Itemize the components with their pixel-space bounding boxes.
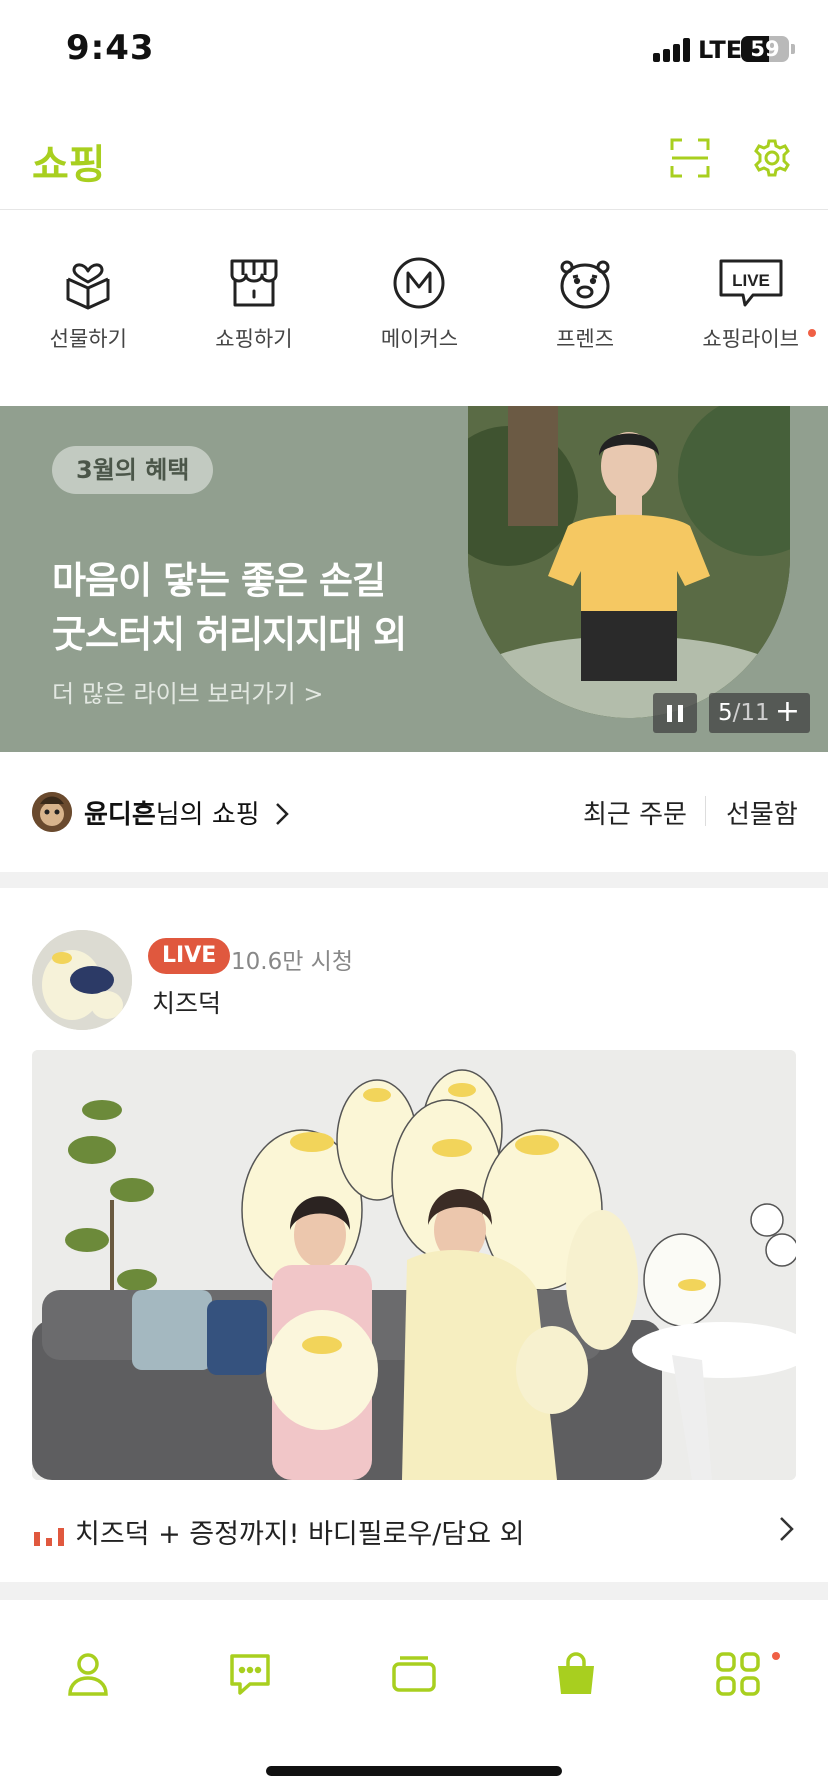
- live-title: 치즈덕 + 증정까지! 바디필로우/담요 외: [75, 1519, 525, 1550]
- category-label: 쇼핑하기: [215, 327, 293, 351]
- battery-nub: [791, 44, 795, 54]
- person-icon[interactable]: [64, 1650, 112, 1698]
- category-label: 쇼핑라이브: [702, 327, 799, 351]
- status-time: 9:43: [66, 28, 155, 68]
- category-friends[interactable]: 프렌즈: [508, 255, 663, 365]
- more-live-link[interactable]: 더 많은 라이브 보러가기 >: [52, 674, 323, 709]
- page-title: 쇼핑: [32, 142, 106, 188]
- banner-pager[interactable]: 5/11 +: [709, 693, 810, 733]
- banner-title: 마음이 닿는 좋은 손길 굿스터치 허리지지대 외: [52, 554, 407, 662]
- battery-icon: 59: [741, 36, 789, 62]
- my-shopping-row: 윤디흔님의 쇼핑 최근 주문 선물함: [0, 760, 828, 872]
- makers-icon: [393, 257, 445, 309]
- tab-bar: [0, 1600, 828, 1792]
- seller-thumbnail[interactable]: [32, 930, 132, 1030]
- pager-current: 5: [718, 700, 733, 726]
- shopping-bag-icon[interactable]: [552, 1650, 600, 1698]
- banner-image: [468, 406, 790, 718]
- signal-icon: [653, 38, 691, 62]
- live-card[interactable]: LIVE 10.6만 시청 치즈덕 치즈덕 + 증정까지! 바디필로우/담요 외: [0, 888, 828, 1582]
- gift-icon: [66, 263, 110, 310]
- live-badge: LIVE: [148, 938, 231, 974]
- section-divider: [0, 872, 828, 888]
- friends-icon: [560, 260, 610, 309]
- gear-icon[interactable]: [752, 138, 792, 178]
- equalizer-icon: [34, 1528, 64, 1546]
- plus-icon: +: [774, 694, 800, 729]
- svg-text:LIVE: LIVE: [732, 271, 770, 290]
- banner-title-line: 굿스터치 허리지지대 외: [52, 613, 407, 656]
- category-label: 프렌즈: [556, 327, 615, 351]
- section-divider: [0, 1582, 828, 1600]
- category-label: 메이커스: [380, 327, 459, 351]
- category-shop[interactable]: 쇼핑하기: [177, 255, 332, 365]
- new-dot: [807, 329, 816, 337]
- banner-tag: 3월의 혜택: [52, 446, 214, 494]
- seller-name[interactable]: 치즈덕: [152, 984, 221, 1020]
- category-gift[interactable]: 선물하기: [11, 255, 166, 365]
- network-label: LTE: [698, 36, 743, 64]
- view-icon[interactable]: [390, 1650, 438, 1698]
- home-indicator[interactable]: [266, 1766, 562, 1776]
- category-menu: 선물하기 쇼핑하기 메이커스 프렌즈 LIVE 쇼핑라이브: [0, 255, 828, 365]
- avatar[interactable]: [32, 792, 72, 832]
- live-video[interactable]: [32, 1050, 796, 1480]
- my-shopping-suffix: 님의 쇼핑: [155, 800, 260, 830]
- banner-title-line: 마음이 닿는 좋은 손길: [52, 559, 386, 602]
- chevron-right-icon: [276, 803, 289, 825]
- divider: [705, 796, 706, 826]
- viewer-count: 10.6만 시청: [231, 949, 354, 975]
- store-icon: [230, 259, 278, 307]
- category-label: 선물하기: [49, 327, 127, 351]
- live-icon: LIVE: [719, 259, 783, 307]
- scan-icon[interactable]: [670, 138, 710, 178]
- gift-box-link[interactable]: 선물함: [726, 794, 798, 831]
- chat-icon[interactable]: [226, 1650, 274, 1698]
- new-dot: [772, 1652, 780, 1660]
- my-shopping-link[interactable]: 윤디흔님의 쇼핑: [84, 794, 290, 831]
- category-shopping-live[interactable]: LIVE 쇼핑라이브: [673, 255, 828, 365]
- grid-more-icon[interactable]: [714, 1650, 762, 1698]
- status-bar: 9:43 LTE 59: [0, 0, 828, 100]
- category-makers[interactable]: 메이커스: [342, 255, 497, 365]
- user-name: 윤디흔: [84, 800, 156, 830]
- chevron-right-icon: [780, 1517, 794, 1541]
- pager-total: /11: [732, 700, 770, 726]
- recent-orders-link[interactable]: 최근 주문: [583, 794, 687, 831]
- promo-banner[interactable]: 3월의 혜택 마음이 닿는 좋은 손길 굿스터치 허리지지대 외 더 많은 라이…: [0, 406, 828, 752]
- pause-button[interactable]: [653, 693, 697, 733]
- battery-percent: 59: [750, 37, 780, 61]
- app-header: 쇼핑: [0, 100, 828, 210]
- live-title-row[interactable]: 치즈덕 + 증정까지! 바디필로우/담요 외: [32, 1508, 796, 1550]
